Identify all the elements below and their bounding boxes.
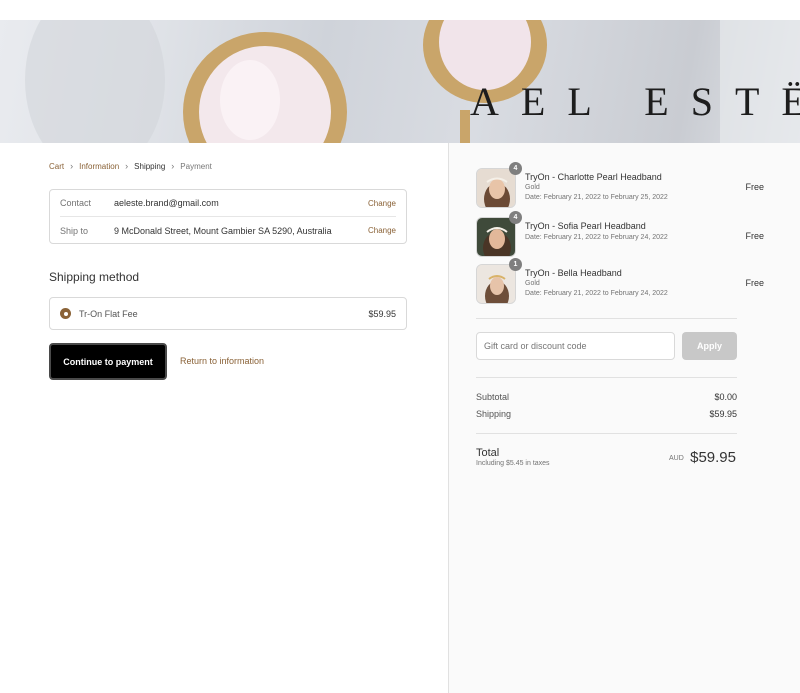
product-dates: Date: February 21, 2022 to February 25, … (525, 194, 668, 201)
chevron-right-icon: › (70, 161, 74, 171)
brand-logo[interactable]: AEL ESTË (470, 78, 800, 125)
breadcrumb-information[interactable]: Information (79, 162, 119, 171)
subtotal-label: Subtotal (476, 392, 510, 402)
breadcrumb-payment: Payment (180, 161, 212, 171)
shipping-method-title: Shipping method (49, 270, 140, 284)
order-summary: 4 TryOn - Charlotte Pearl Headband Gold … (448, 143, 800, 693)
quantity-badge: 4 (509, 162, 522, 175)
divider (476, 318, 737, 319)
currency-code: AUD (669, 455, 684, 462)
tax-note: Including $5.45 in taxes (476, 460, 550, 467)
subtotal-row: Subtotal $0.00 (476, 392, 737, 402)
product-variant: Gold (525, 280, 540, 287)
breadcrumb: Cart › Information › Shipping › Payment (49, 161, 212, 171)
shipping-row: Shipping $59.95 (476, 409, 737, 419)
product-price: Free (745, 231, 764, 241)
hero-banner: AEL ESTË (0, 20, 800, 143)
radio-selected-icon[interactable] (60, 308, 71, 319)
change-contact-link[interactable]: Change (368, 199, 396, 208)
total-label: Total (476, 447, 500, 459)
product-dates: Date: February 21, 2022 to February 24, … (525, 234, 668, 241)
divider (476, 377, 737, 378)
shipping-label: Shipping (476, 409, 512, 419)
product-photo (477, 218, 515, 256)
product-thumbnail (476, 264, 516, 304)
shipping-option-name: Tr-On Flat Fee (79, 308, 138, 319)
quantity-badge: 4 (509, 211, 522, 224)
line-item: 4 TryOn - Charlotte Pearl Headband Gold … (476, 162, 764, 208)
discount-code-input[interactable] (476, 332, 675, 360)
ship-to-value: 9 McDonald Street, Mount Gambier SA 5290… (114, 225, 332, 236)
divider (476, 433, 737, 434)
product-dates: Date: February 21, 2022 to February 24, … (525, 290, 668, 297)
ship-to-row: Ship to 9 McDonald Street, Mount Gambier… (60, 217, 396, 244)
apply-discount-button[interactable]: Apply (682, 332, 737, 360)
product-name: TryOn - Charlotte Pearl Headband (525, 172, 662, 182)
breadcrumb-shipping: Shipping (134, 161, 166, 171)
product-price: Free (745, 278, 764, 288)
product-name: TryOn - Bella Headband (525, 268, 622, 278)
change-address-link[interactable]: Change (368, 226, 396, 235)
return-to-information-link[interactable]: Return to information (180, 356, 264, 366)
product-variant: Gold (525, 184, 540, 191)
contact-label: Contact (60, 198, 92, 208)
review-block: Contact aeleste.brand@gmail.com Change S… (49, 189, 407, 244)
shipping-option[interactable]: Tr-On Flat Fee $59.95 (49, 297, 407, 330)
ship-to-label: Ship to (60, 225, 89, 236)
contact-row: Contact aeleste.brand@gmail.com Change (60, 190, 396, 217)
chevron-right-icon: › (125, 161, 129, 171)
product-price: Free (745, 182, 764, 192)
quantity-badge: 1 (509, 258, 522, 271)
continue-to-payment-button[interactable]: Continue to payment (49, 343, 167, 380)
chevron-right-icon: › (171, 161, 175, 171)
product-photo (477, 265, 515, 303)
product-photo (477, 169, 515, 207)
total-amount: $59.95 (690, 449, 736, 466)
product-name: TryOn - Sofia Pearl Headband (525, 221, 646, 231)
checkout-main: Cart › Information › Shipping › Payment … (0, 143, 448, 693)
product-thumbnail (476, 168, 516, 208)
breadcrumb-cart[interactable]: Cart (49, 162, 64, 171)
shipping-value: $59.95 (709, 409, 737, 419)
product-thumbnail (476, 217, 516, 257)
shipping-option-price: $59.95 (368, 308, 396, 319)
line-item: 1 TryOn - Bella Headband Gold Date: Febr… (476, 258, 764, 304)
subtotal-value: $0.00 (714, 392, 737, 402)
line-item: 4 TryOn - Sofia Pearl Headband Date: Feb… (476, 211, 764, 257)
contact-value: aeleste.brand@gmail.com (114, 198, 219, 208)
